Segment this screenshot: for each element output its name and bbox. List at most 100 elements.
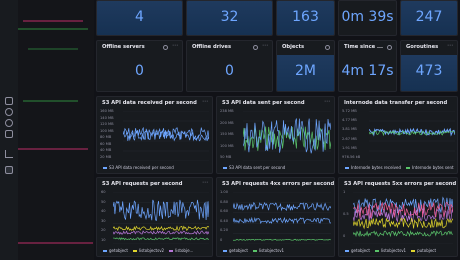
panel-title: Goroutines xyxy=(406,44,439,50)
y-tick-label: 120 MB xyxy=(100,122,114,127)
line-chart xyxy=(123,111,209,161)
y-tick-label: 80 MB xyxy=(100,135,112,140)
info-icon[interactable] xyxy=(253,45,258,50)
line-chart xyxy=(243,111,331,161)
y-tick-label: 0 xyxy=(220,238,223,242)
stat-value: 247 xyxy=(415,9,443,25)
stat-value: 4m 17s xyxy=(341,63,394,79)
series-line xyxy=(113,237,209,241)
bell-icon[interactable] xyxy=(5,97,13,105)
panel-title: S3 API data sent per second xyxy=(222,100,305,106)
s3-5xx-errors-panel[interactable]: S3 API requests 5xx errors per second ⋯ … xyxy=(338,177,458,257)
y-tick-label: 60 xyxy=(101,190,106,194)
y-tick-label: 50 xyxy=(101,199,106,204)
panel-menu-icon[interactable]: ⋯ xyxy=(447,42,453,49)
search-icon[interactable] xyxy=(5,108,13,116)
offline-servers-panel[interactable]: Offline servers ⋯ 0 xyxy=(96,40,183,92)
y-tick-label: 238 MB xyxy=(220,109,234,113)
chart-legend: S3 API data sent per second xyxy=(223,165,285,170)
stat-value: 163 xyxy=(292,9,319,25)
legend-item: listobjectsv2 xyxy=(138,248,165,253)
y-tick-label: 0.20 xyxy=(220,228,229,233)
panel-menu-icon[interactable]: ⋯ xyxy=(172,42,178,49)
y-tick-label: 10 xyxy=(101,238,106,242)
panel-title: S3 API data received per second xyxy=(102,100,197,106)
legend-item: putobject xyxy=(417,248,437,253)
y-tick-label: 140 MB xyxy=(100,115,114,120)
line-chart xyxy=(233,192,331,244)
stat-panel-1[interactable]: 4 xyxy=(96,0,183,36)
goroutines-panel[interactable]: Goroutines ⋯ 473 xyxy=(400,40,458,92)
line-chart xyxy=(113,192,209,244)
dashboard-icon[interactable] xyxy=(5,130,13,138)
panel-menu-icon[interactable]: ⋯ xyxy=(447,179,453,186)
y-tick-label: 0.60 xyxy=(220,209,229,214)
series-line xyxy=(113,225,209,232)
panel-menu-icon[interactable]: ⋯ xyxy=(324,179,330,186)
legend-item: S3 API data received per second xyxy=(109,165,174,170)
y-tick-label: 0.5 xyxy=(343,212,349,216)
s3-data-sent-panel[interactable]: S3 API data sent per second ⋯ 238 MB 200 … xyxy=(216,96,335,174)
panel-menu-icon[interactable]: ⋯ xyxy=(262,42,268,49)
panel-menu-icon[interactable]: ⋯ xyxy=(202,98,208,105)
legend-item: getobject xyxy=(109,248,128,253)
stat-panel-5[interactable]: 247 xyxy=(400,0,458,36)
chart-legend: getobject listobjectsv2 listobje... xyxy=(103,248,193,253)
y-tick-label: 2.67 MB xyxy=(342,136,357,141)
panel-menu-icon[interactable]: ⋯ xyxy=(324,98,330,105)
line-chart xyxy=(369,111,455,161)
stat-value: 32 xyxy=(220,9,239,25)
y-tick-label: 1.00 xyxy=(220,190,229,194)
s3-requests-panel[interactable]: S3 API requests per second ⋯ 60 50 40 30 20 1… xyxy=(96,177,213,257)
panel-menu-icon[interactable]: ⋯ xyxy=(202,179,208,186)
y-tick-label: 0 xyxy=(343,234,346,238)
y-tick-label: 30 xyxy=(101,218,106,223)
gear-icon[interactable] xyxy=(5,119,13,127)
info-icon[interactable] xyxy=(163,45,168,50)
y-tick-label: 100 MB xyxy=(220,143,234,148)
chart-legend: Internode bytes received Internode bytes … xyxy=(345,165,454,170)
offline-drives-panel[interactable]: Offline drives ⋯ 0 xyxy=(186,40,273,92)
chart-legend: getobject listobjectsv1 putobject xyxy=(345,248,436,253)
y-tick-label: 40 MB xyxy=(100,148,112,153)
series-line xyxy=(113,199,209,221)
s3-4xx-errors-panel[interactable]: S3 API requests 4xx errors per second ⋯ … xyxy=(216,177,335,257)
y-tick-label: 4.77 MB xyxy=(342,118,357,123)
y-tick-label: 0.40 xyxy=(220,218,229,223)
panel-title: S3 API requests 4xx errors per second xyxy=(222,181,335,187)
legend-item: getobject xyxy=(229,248,248,253)
chart-icon[interactable] xyxy=(5,150,13,158)
y-tick-label: 40 xyxy=(101,209,106,214)
info-icon[interactable] xyxy=(387,45,392,50)
server-icon[interactable] xyxy=(5,166,13,174)
series-line xyxy=(353,207,453,223)
panel-title: S3 API requests 5xx errors per second xyxy=(344,181,457,187)
legend-item: listobjectsv1 xyxy=(380,248,407,253)
stat-panel-2[interactable]: 32 xyxy=(186,0,273,36)
legend-item: Internode bytes received xyxy=(351,165,402,170)
stat-panel-4[interactable]: 0m 39s xyxy=(338,0,397,36)
series-line xyxy=(233,201,331,212)
panel-title: Objects xyxy=(282,44,305,50)
objects-panel[interactable]: Objects 2M xyxy=(276,40,335,92)
legend-item: getobject xyxy=(351,248,370,253)
legend-item: listobjectsv1 xyxy=(258,248,285,253)
s3-data-received-panel[interactable]: S3 API data received per second ⋯ 160 MB… xyxy=(96,96,213,174)
legend-item: listobje... xyxy=(175,248,194,253)
y-tick-label: 0.80 xyxy=(220,199,229,204)
panel-title: Internode data transfer per second xyxy=(344,100,448,106)
info-icon[interactable] xyxy=(325,45,330,50)
stat-value: 0m 39s xyxy=(341,9,394,25)
y-tick-label: 200 MB xyxy=(220,120,234,125)
y-tick-label: 20 xyxy=(101,228,106,233)
series-line xyxy=(233,216,331,225)
stat-value: 2M xyxy=(295,63,316,79)
line-chart xyxy=(353,192,453,244)
series-line xyxy=(233,238,331,241)
y-tick-label: 150 MB xyxy=(220,132,234,136)
internode-transfer-panel[interactable]: Internode data transfer per second 5.72 … xyxy=(338,96,458,174)
time-since-panel[interactable]: Time since ... 4m 17s xyxy=(338,40,397,92)
stat-panel-3[interactable]: 163 xyxy=(276,0,335,36)
legend-item: S3 API data sent per second xyxy=(229,165,286,170)
stat-value: 473 xyxy=(415,63,443,79)
